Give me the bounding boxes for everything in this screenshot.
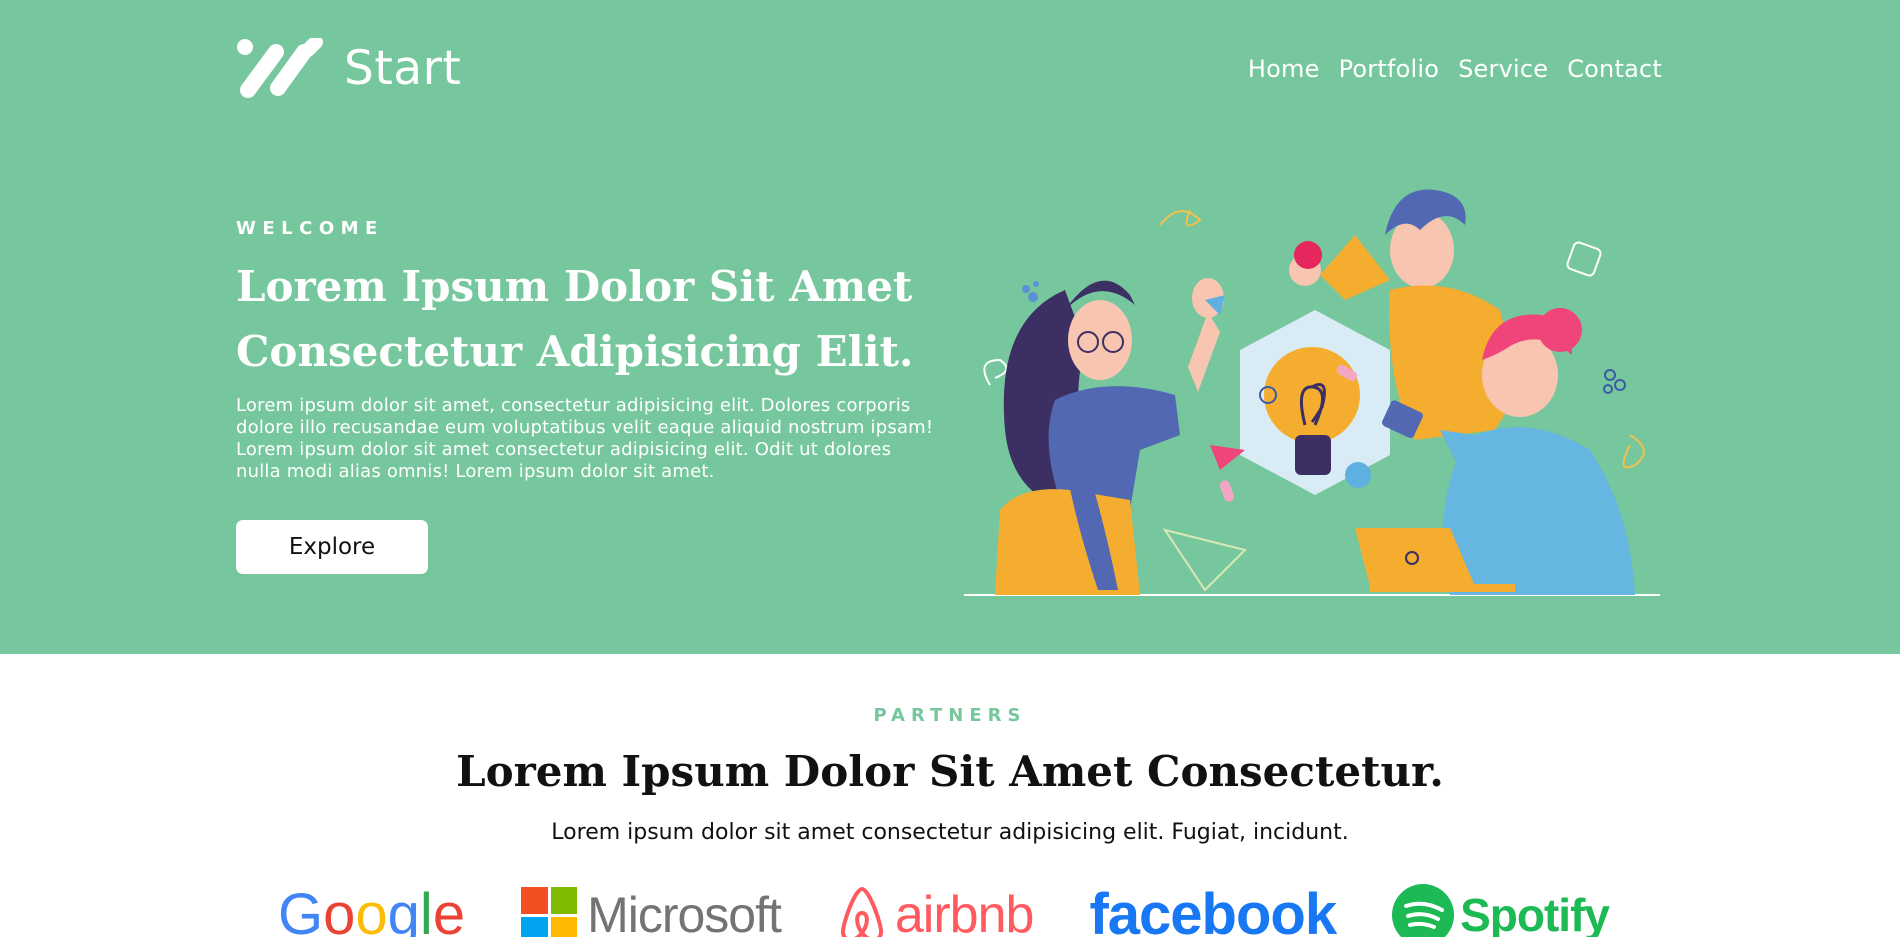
slash-bars-logo-icon	[237, 38, 323, 98]
nav-link-portfolio[interactable]: Portfolio	[1339, 52, 1440, 86]
nav-link-home[interactable]: Home	[1248, 52, 1320, 86]
explore-button[interactable]: Explore	[236, 520, 428, 574]
microsoft-wordmark: Microsoft	[587, 887, 782, 937]
airbnb-logo: airbnb	[837, 880, 1034, 937]
spotify-circle-icon	[1392, 884, 1455, 937]
partners-eyebrow: PARTNERS	[873, 705, 1027, 726]
spotify-wordmark: Spotify	[1460, 889, 1610, 937]
airbnb-belo-icon	[840, 886, 883, 937]
hero-title: Lorem Ipsum Dolor Sit Amet Consectetur A…	[236, 262, 914, 376]
airbnb-wordmark: airbnb	[894, 886, 1035, 937]
facebook-logo: facebook	[1089, 880, 1337, 937]
google-logo: Google	[278, 880, 465, 937]
partner-logos: Google Microsoft airbnb facebook Spotify	[278, 880, 1648, 937]
hero-eyebrow: WELCOME	[236, 218, 384, 239]
partners-description: Lorem ipsum dolor sit amet consectetur a…	[551, 820, 1349, 845]
hero-section: Start Home Portfolio Service Contact WEL…	[0, 0, 1900, 654]
hero-description: Lorem ipsum dolor sit amet, consectetur …	[236, 395, 934, 482]
microsoft-logo: Microsoft	[521, 880, 782, 937]
brand-name: Start	[344, 41, 462, 96]
facebook-wordmark: facebook	[1089, 882, 1337, 937]
partners-title: Lorem Ipsum Dolor Sit Amet Consectetur.	[456, 747, 1444, 796]
brand-logo[interactable]: Start	[236, 38, 461, 100]
spotify-logo: Spotify	[1392, 880, 1610, 937]
google-wordmark: Google	[278, 882, 466, 937]
main-nav: Home Portfolio Service Contact	[1248, 52, 1662, 86]
microsoft-squares-icon	[521, 887, 578, 937]
nav-link-service[interactable]: Service	[1458, 52, 1548, 86]
team-brainstorm-illustration	[964, 189, 1660, 596]
nav-link-contact[interactable]: Contact	[1567, 52, 1662, 86]
